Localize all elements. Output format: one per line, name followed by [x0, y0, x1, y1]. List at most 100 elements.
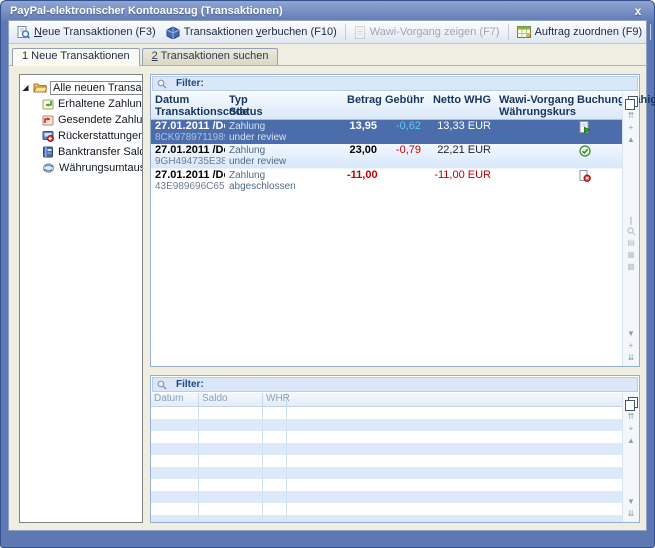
last-record-icon[interactable]: ⇊	[628, 352, 635, 363]
show-wawi-document-icon	[354, 26, 366, 39]
bank-ledger-icon	[42, 146, 54, 158]
transaction-row[interactable]: 27.01.2011 /Do43E989696C6535442 Zahlunga…	[151, 169, 622, 193]
transactions-filter-bar[interactable]: Filter:	[152, 76, 638, 91]
first-record-icon[interactable]: ⇈	[628, 110, 635, 121]
category-tree: ◢ Alle neuen Transaktionen Erhaltene Zah…	[19, 74, 143, 523]
new-transactions-button[interactable]: Neue Transaktionen (F3)	[12, 24, 161, 41]
insert-record-icon[interactable]: +	[629, 122, 634, 133]
first-record-icon[interactable]: ⇈	[628, 411, 635, 422]
list-icon[interactable]: ▤	[627, 237, 635, 248]
copy-to-clipboard-icon[interactable]	[628, 96, 638, 107]
toolbar-separator	[650, 24, 651, 40]
tab-transaktionen-suchen[interactable]: 2 Transaktionen suchen	[142, 48, 279, 65]
last-record-icon[interactable]: ⇊	[628, 508, 635, 519]
tab-strip: 1 Neue Transaktionen 2 Transaktionen suc…	[9, 44, 646, 66]
insert-record-icon[interactable]: +	[629, 423, 634, 434]
column-separator	[262, 407, 263, 522]
open-folder-icon	[33, 82, 47, 93]
column-header-buchungsfaehig[interactable]: Buchungsfähig	[573, 94, 655, 118]
transactions-grid-header: DatumTransaktionscode TypStatus Betrag G…	[151, 92, 622, 120]
column-header-netto-whg[interactable]: Netto WHG	[425, 94, 495, 118]
column-header-gebuehr[interactable]: Gebühr	[381, 94, 425, 118]
title-bar[interactable]: PayPal-elektronischer Kontoauszug (Trans…	[1, 1, 654, 20]
transactions-grid-box: Filter: DatumTransaktionscode TypStatus …	[150, 74, 640, 367]
tab-neue-transaktionen-label: 1 Neue Transaktionen	[22, 50, 130, 62]
toolbar: Neue Transaktionen (F3) Transaktionen ve…	[9, 21, 646, 44]
table-icon[interactable]: ▦	[627, 249, 635, 260]
saldo-grid: Datum Saldo WHR	[151, 393, 622, 522]
parallel-bars-icon[interactable]: ∥	[629, 215, 633, 226]
saldo-grid-body[interactable]	[151, 407, 622, 522]
column-header-datum[interactable]: DatumTransaktionscode	[151, 94, 225, 118]
assign-order-label: Auftrag zuordnen (F9)	[535, 26, 643, 38]
app-window: PayPal-elektronischer Kontoauszug (Trans…	[0, 0, 655, 548]
saldo-grid-box: Filter: Datum Saldo WHR	[150, 375, 640, 523]
tree-node-erhaltene-zahlungen[interactable]: Erhaltene Zahlungen	[21, 96, 141, 112]
tab-neue-transaktionen[interactable]: 1 Neue Transaktionen	[12, 48, 140, 66]
currency-exchange-icon	[42, 162, 55, 174]
assign-order-button[interactable]: Auftrag zuordnen (F9)	[512, 24, 648, 40]
tab-transaktionen-suchen-label: Transaktionen suchen	[158, 50, 269, 62]
new-transactions-label: Neue Transaktionen (F3)	[34, 26, 156, 38]
transaction-row[interactable]: 27.01.2011 /Do9GH494735E3866936 Zahlungu…	[151, 144, 622, 169]
column-header-saldo[interactable]: Saldo	[199, 393, 263, 406]
copy-to-clipboard-icon[interactable]	[628, 397, 638, 408]
bookable-posted-icon	[579, 121, 591, 133]
column-header-betrag[interactable]: Betrag	[343, 94, 381, 118]
tree-node-rueckerstattungen[interactable]: Rückerstattungen	[21, 128, 141, 144]
tree-item-label: Rückerstattungen	[58, 130, 143, 142]
column-header-empty	[287, 393, 622, 406]
bookable-check-icon	[579, 145, 591, 157]
new-transactions-icon	[17, 26, 30, 39]
grid-empty-area[interactable]	[151, 193, 622, 366]
tree-expand-icon[interactable]: ◢	[21, 83, 30, 92]
column-separator	[286, 407, 287, 522]
filter-label: Filter:	[176, 78, 204, 89]
saldo-grid-header: Datum Saldo WHR	[151, 393, 622, 407]
grid-navigator-strip: ⇈ + ▲ ∥ ▤ ▦ ▩	[622, 92, 639, 366]
transaction-row[interactable]: 27.01.2011 /Do8CK9789711989861D Zahlungu…	[151, 120, 622, 144]
content-area: ◢ Alle neuen Transaktionen Erhaltene Zah…	[9, 66, 646, 530]
tree-item-label: Erhaltene Zahlungen	[58, 98, 143, 110]
column-header-wawi-vorgang[interactable]: Wawi-VorgangWährungskurs	[495, 94, 573, 118]
post-transactions-button[interactable]: Transaktionen verbuchen (F10)	[161, 24, 342, 41]
post-transactions-label: Transaktionen verbuchen (F10)	[184, 26, 337, 38]
append-record-icon[interactable]: +	[629, 340, 634, 351]
tree-node-alle-neuen-transaktionen[interactable]: ◢ Alle neuen Transaktionen	[21, 79, 141, 96]
search-icon[interactable]	[627, 227, 636, 236]
filter-label: Filter:	[176, 379, 204, 390]
filter-magnifier-icon	[157, 380, 167, 390]
next-record-icon[interactable]: ▼	[627, 328, 635, 339]
tree-root-label: Alle neuen Transaktionen	[50, 81, 143, 95]
assign-order-table-icon	[517, 26, 531, 38]
toolbar-separator	[508, 24, 509, 40]
prior-record-icon[interactable]: ▲	[627, 435, 635, 446]
saldo-filter-bar[interactable]: Filter:	[152, 377, 638, 392]
overlap-windows-icon[interactable]: ▩	[627, 261, 635, 272]
transactions-grid: DatumTransaktionscode TypStatus Betrag G…	[151, 92, 622, 366]
tree-node-banktransfer-saldo[interactable]: Banktransfer Saldo	[21, 144, 141, 160]
close-button[interactable]: x	[631, 4, 645, 18]
prior-record-icon[interactable]: ▲	[627, 134, 635, 145]
post-transactions-icon	[166, 26, 180, 39]
tree-node-waehrungsumtausch[interactable]: Währungsumtausch	[21, 160, 141, 176]
column-header-whr[interactable]: WHR	[263, 393, 287, 406]
tree-item-label: Währungsumtausch	[59, 162, 143, 174]
tree-item-label: Gesendete Zahlungen	[58, 114, 143, 126]
refunds-icon	[42, 130, 54, 142]
toolbar-separator	[345, 24, 346, 40]
main-column: Filter: DatumTransaktionscode TypStatus …	[150, 74, 640, 523]
tree-item-label: Banktransfer Saldo	[58, 146, 143, 158]
show-wawi-label: Wawi-Vorgang zeigen (F7)	[370, 26, 500, 38]
tree-node-gesendete-zahlungen[interactable]: Gesendete Zahlungen	[21, 112, 141, 128]
column-header-typ[interactable]: TypStatus	[225, 94, 343, 118]
filter-magnifier-icon	[157, 79, 167, 89]
received-payments-icon	[42, 98, 54, 110]
window-title: PayPal-elektronischer Kontoauszug (Trans…	[10, 5, 631, 17]
show-wawi-button[interactable]: Wawi-Vorgang zeigen (F7)	[349, 24, 505, 41]
column-separator	[198, 407, 199, 522]
window-body: Neue Transaktionen (F3) Transaktionen ve…	[9, 21, 646, 530]
grid-navigator-strip: ⇈ + ▲ ▼ ⇊	[622, 393, 639, 522]
next-record-icon[interactable]: ▼	[627, 496, 635, 507]
column-header-datum[interactable]: Datum	[151, 393, 199, 406]
